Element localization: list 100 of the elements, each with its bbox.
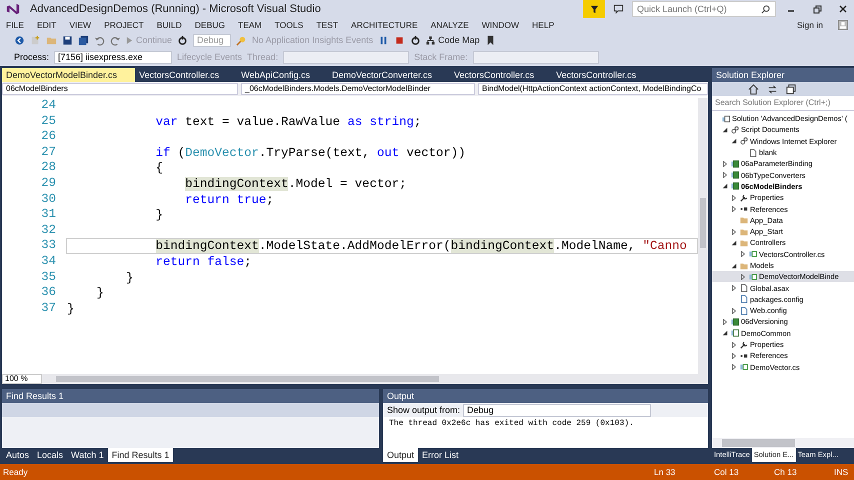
vertical-scrollbar[interactable] (698, 98, 708, 374)
menu-item[interactable]: ARCHITECTURE (351, 20, 418, 30)
horizontal-scrollbar[interactable] (712, 438, 854, 448)
expander-icon[interactable] (740, 274, 746, 280)
code-file-icon (749, 250, 757, 258)
expander-icon[interactable] (722, 318, 728, 325)
filter-icon (590, 4, 598, 14)
expander-icon[interactable] (731, 352, 737, 359)
menu-item[interactable]: BUILD (156, 20, 182, 30)
home-icon[interactable] (748, 84, 759, 94)
redo-icon[interactable] (110, 34, 121, 46)
menu-item[interactable]: TEST (316, 20, 338, 30)
expander-icon[interactable] (731, 138, 737, 144)
expander-icon[interactable] (731, 206, 737, 212)
save-all-icon[interactable] (78, 34, 89, 46)
panel-tab[interactable]: Watch 1 (67, 448, 108, 462)
restart-icon[interactable] (410, 34, 422, 46)
expander-icon[interactable] (722, 160, 728, 167)
quick-launch-field[interactable]: Quick Launch (Ctrl+Q) (632, 1, 776, 17)
find-icon[interactable] (236, 34, 248, 46)
menu-item[interactable]: DEBUG (194, 20, 226, 30)
document-tab[interactable]: DemoVectorConverter.cs (328, 68, 450, 82)
menu-item[interactable]: TOOLS (274, 20, 304, 30)
collapse-all-icon[interactable] (786, 84, 797, 94)
expander-icon[interactable] (731, 228, 737, 235)
code-line: if (DemoVector.TryParse(text, out vector)) (154, 146, 466, 160)
project-dropdown[interactable]: 06cModelBinders (2, 83, 238, 95)
panel-tab[interactable]: Autos (2, 448, 34, 462)
panel-tab[interactable]: Find Results 1 (108, 448, 174, 462)
expander-icon[interactable] (722, 183, 728, 190)
save-icon[interactable] (62, 34, 73, 46)
project-icon (731, 318, 739, 326)
code-file-icon (740, 363, 748, 372)
expander-icon[interactable] (731, 194, 737, 201)
document-tab[interactable]: WebApiConfig.cs (237, 68, 328, 82)
pause-icon[interactable] (378, 34, 390, 46)
project-icon (731, 182, 739, 190)
restore-icon[interactable] (812, 4, 822, 14)
member-dropdown[interactable]: BindModel(HttpActionContext actionContext, ModelBindingCo (478, 83, 708, 95)
line-number: 32 (40, 222, 56, 238)
stop-icon[interactable] (394, 34, 406, 46)
code-line: var text = value.RawValue as string; (154, 114, 422, 129)
panel-tab[interactable]: Output (383, 448, 418, 462)
document-icon (749, 148, 757, 157)
expander-icon[interactable] (731, 342, 737, 348)
library-icon (731, 329, 739, 338)
navigate-back-icon[interactable] (14, 34, 25, 46)
type-dropdown[interactable]: _06cModelBinders.Models.DemoVectorModelBinder (241, 83, 475, 95)
line-number: 28 (40, 160, 56, 176)
feedback-icon[interactable] (613, 4, 624, 14)
line-number: 30 (40, 192, 56, 208)
expander-icon[interactable] (731, 285, 737, 292)
wrench-icon (740, 194, 748, 202)
code-line: { (154, 161, 163, 176)
panel-tab[interactable]: Error List (418, 448, 463, 462)
document-tab[interactable]: VectorsController.cs (135, 68, 238, 82)
sign-in-link[interactable]: Sign in (797, 20, 823, 30)
column-indicator: Col 13 (714, 467, 740, 477)
menu-item[interactable]: EDIT (36, 20, 56, 30)
menu-item[interactable]: TEAM (238, 20, 262, 30)
references-icon (740, 205, 748, 214)
sync-icon[interactable] (767, 84, 778, 94)
line-number: 29 (40, 176, 56, 192)
code-line: } (154, 208, 163, 222)
line-indicator: Ln 33 (654, 467, 676, 477)
menu-item[interactable]: HELP (532, 20, 554, 30)
expander-icon[interactable] (722, 172, 728, 178)
expander-icon[interactable] (740, 251, 746, 258)
menu-item[interactable]: ANALYZE (430, 20, 469, 30)
account-icon[interactable] (838, 20, 848, 30)
zoom-dropdown[interactable]: 100 % (2, 374, 42, 384)
char-indicator: Ch 13 (774, 467, 798, 477)
restart-icon[interactable] (177, 34, 188, 46)
output-source-dropdown[interactable]: Debug (463, 404, 652, 416)
expander-icon[interactable] (731, 240, 737, 246)
close-icon[interactable] (838, 4, 848, 14)
expander-icon[interactable] (731, 364, 737, 370)
expander-icon[interactable] (731, 308, 737, 314)
line-number: 31 (40, 207, 56, 223)
document-tab[interactable]: VectorsController.cs (450, 68, 552, 82)
filter-button[interactable] (583, 0, 605, 18)
process-label: Process: (14, 52, 50, 62)
menu-item[interactable]: PROJECT (104, 20, 144, 30)
menu-item[interactable]: FILE (6, 20, 24, 30)
expander-icon[interactable] (722, 330, 728, 336)
panel-tab[interactable]: Locals (33, 448, 68, 462)
expander-icon[interactable] (722, 126, 728, 133)
document-tab[interactable]: VectorsController.cs (552, 68, 654, 82)
line-number: 35 (40, 270, 56, 286)
stack-frame-label: Stack Frame: (414, 52, 468, 62)
project-icon (731, 160, 739, 168)
menu-item[interactable]: WINDOW (482, 20, 520, 30)
undo-icon[interactable] (94, 34, 105, 46)
expander-icon[interactable] (731, 262, 737, 268)
panel-title: Solution Explorer (716, 70, 785, 80)
document-tab[interactable]: DemoVectorModelBinder.cs (2, 68, 136, 82)
code-line: return false; (154, 254, 252, 269)
menu-item[interactable]: VIEW (69, 20, 92, 30)
process-dropdown[interactable]: [7156] iisexpress.exe (54, 50, 172, 64)
code-map-button[interactable]: Code Map (426, 35, 480, 45)
